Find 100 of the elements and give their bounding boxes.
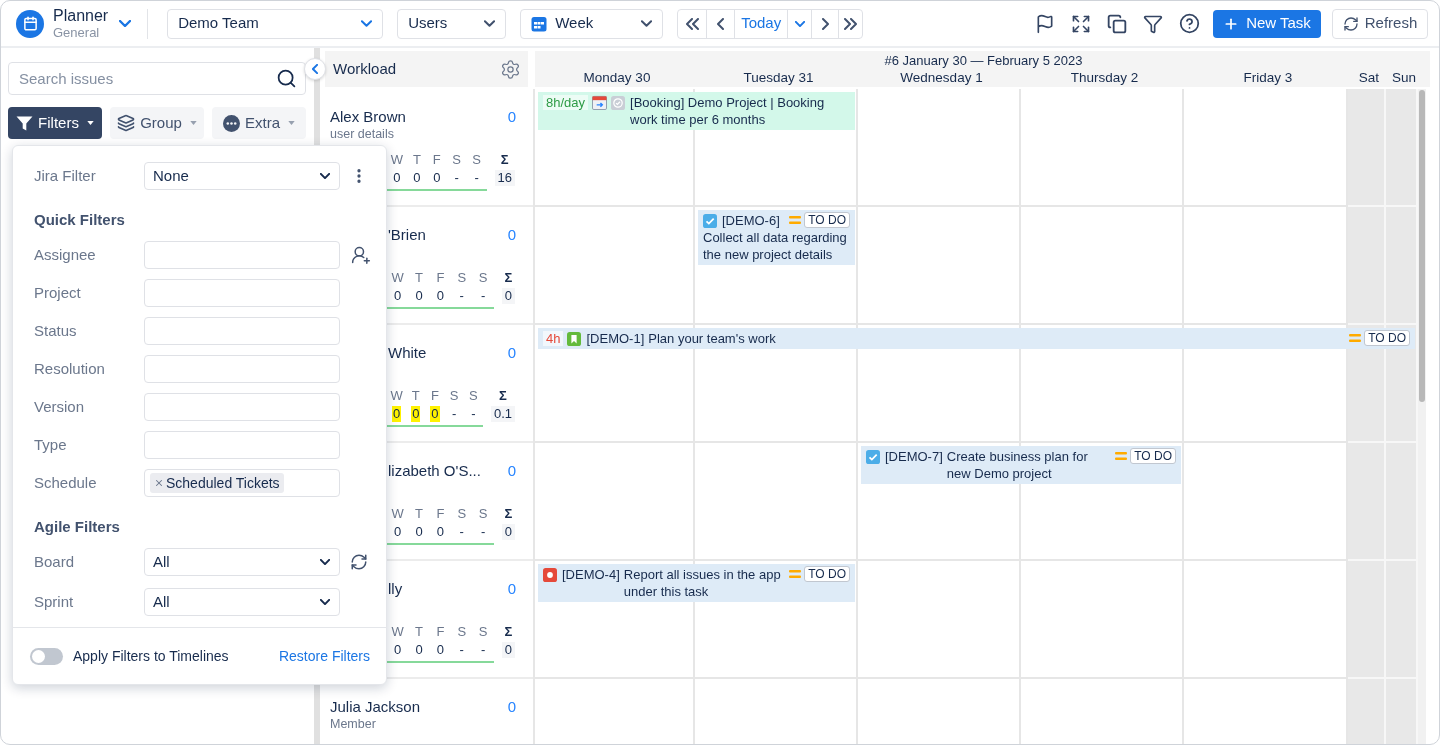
weekday-label: T <box>415 624 423 640</box>
view-select[interactable]: Week <box>520 8 664 39</box>
user-name: lly <box>388 579 403 599</box>
chevron-down-icon <box>320 559 330 565</box>
sum-label: Σ <box>499 388 507 404</box>
caret-down-icon <box>86 121 94 125</box>
day-hours: 0 <box>414 288 424 304</box>
equals-icon <box>789 216 802 224</box>
app-subtitle: General <box>53 25 101 40</box>
calendar-icon <box>531 15 548 32</box>
group-by-select[interactable]: Users <box>397 8 507 39</box>
issue-count: 0 <box>507 107 516 127</box>
settings-icon[interactable] <box>500 58 521 80</box>
weekday-label: S <box>452 152 461 168</box>
user-plus-icon[interactable] <box>351 245 371 265</box>
calendar-icon <box>592 95 608 110</box>
day-hours: 0 <box>393 288 403 304</box>
input-field[interactable] <box>144 317 340 345</box>
check-circle-icon <box>611 95 626 110</box>
funnel-icon <box>16 114 34 132</box>
issue-count: 0 <box>507 697 516 717</box>
weekday-label: S <box>457 624 467 640</box>
day-hours: - <box>470 406 477 422</box>
day-header: Thursday 2 <box>1070 69 1139 86</box>
user-name: Julia Jackson <box>330 697 421 717</box>
sum-label: Σ <box>504 270 513 286</box>
weekday-label: S <box>472 152 481 168</box>
field-label: Assignee <box>34 244 97 265</box>
input-field[interactable] <box>144 279 340 307</box>
help-icon[interactable] <box>1179 13 1200 34</box>
day-hours: - <box>479 288 487 304</box>
bookmark-icon <box>567 331 582 346</box>
issue-key: [DEMO-7] <box>885 448 943 465</box>
estimate-label: 8h/day <box>543 95 589 110</box>
day-hours: 0 <box>435 524 445 540</box>
refresh-icon[interactable] <box>350 553 368 571</box>
field-label: Type <box>34 434 68 455</box>
chevron-down-icon <box>641 20 653 27</box>
filter-icon[interactable] <box>1143 13 1163 34</box>
expand-icon[interactable] <box>1071 13 1091 34</box>
weekday-label: S <box>469 388 478 404</box>
weekday-label: F <box>430 388 439 404</box>
team-select[interactable]: Demo Team <box>167 8 384 39</box>
day-header: Tuesday 31 <box>743 69 814 86</box>
tag-chip[interactable]: Scheduled Tickets <box>150 473 284 493</box>
double-chevron-left-icon <box>685 17 699 30</box>
input-field[interactable] <box>144 355 340 383</box>
today-button[interactable]: Today <box>734 9 788 38</box>
weekday-label: F <box>436 624 445 640</box>
field-label: Version <box>34 396 86 417</box>
refresh-icon <box>1342 15 1359 32</box>
extra-button[interactable]: Extra <box>212 107 306 139</box>
column-title: Workload <box>333 58 397 79</box>
filters-button[interactable]: Filters <box>8 107 102 139</box>
double-chevron-right-icon <box>844 17 858 30</box>
weekday-label: T <box>415 506 423 522</box>
issue-key: [DEMO-4] <box>562 566 620 583</box>
weekday-label: T <box>412 152 421 168</box>
close-icon[interactable] <box>154 478 164 488</box>
weekday-label: T <box>415 270 423 286</box>
search-icon[interactable] <box>276 68 297 89</box>
scrollbar-track[interactable] <box>1418 89 1426 744</box>
group-button[interactable]: Group <box>110 107 204 139</box>
chevron-down-icon[interactable] <box>119 20 132 27</box>
toggle-switch[interactable] <box>30 647 63 665</box>
weekday-label: W <box>391 270 404 286</box>
input-field[interactable]: Scheduled Tickets <box>144 469 340 497</box>
day-hours: - <box>450 406 458 422</box>
scrollbar-thumb[interactable] <box>1419 90 1425 402</box>
input-field[interactable] <box>144 241 340 269</box>
sum-label: Σ <box>504 506 513 522</box>
restore-filters-link[interactable]: Restore Filters <box>278 645 370 667</box>
filter-select[interactable]: All <box>144 588 340 616</box>
issue-summary: Collect all data regarding the new project details <box>703 229 848 263</box>
new-task-button[interactable]: New Task <box>1213 9 1321 38</box>
field-label: Board <box>34 551 76 572</box>
collapse-button[interactable] <box>304 58 326 80</box>
day-hours: 0 <box>393 524 403 540</box>
day-header: Monday 30 <box>583 69 651 86</box>
day-hours: 0 <box>435 642 445 658</box>
weekday-label: S <box>449 388 459 404</box>
app-title: Planner <box>53 7 109 25</box>
field-label: Resolution <box>34 358 106 379</box>
flag-icon[interactable] <box>1035 13 1055 34</box>
weekday-label: S <box>457 506 467 522</box>
jira-filter-select[interactable]: None <box>144 162 340 190</box>
issue-summary: Report all issues in the app under this task <box>623 566 782 600</box>
weekday-label: S <box>478 270 488 286</box>
input-field[interactable] <box>144 431 340 459</box>
copy-icon[interactable] <box>1107 13 1127 34</box>
refresh-button[interactable]: Refresh <box>1332 8 1428 39</box>
filter-select[interactable]: All <box>144 548 340 576</box>
search-field[interactable]: Search issues <box>8 62 306 95</box>
caret-down-icon <box>189 121 197 125</box>
field-label: Status <box>34 320 78 341</box>
booking-bar[interactable]: 8h/day [Booking] Demo Project | Booking work time per 6 months <box>538 92 855 130</box>
day-hours: 0 <box>414 524 424 540</box>
weekday-label: F <box>436 506 445 522</box>
input-field[interactable] <box>144 393 340 421</box>
day-hours: 0 <box>432 170 442 186</box>
